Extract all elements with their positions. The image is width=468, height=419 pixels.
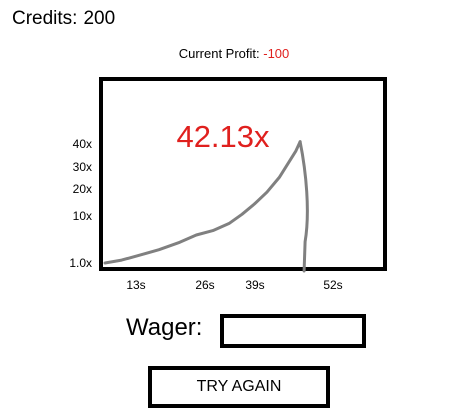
- profit-value: -100: [263, 46, 290, 61]
- multiplier-curve-line: [103, 140, 302, 265]
- wager-input[interactable]: [220, 314, 366, 348]
- crash-drop-line: [298, 140, 309, 273]
- x-tick-label: 39s: [245, 278, 265, 292]
- y-tick-label: 20x: [72, 182, 92, 196]
- credits-label: Credits:: [12, 8, 78, 29]
- try-again-button[interactable]: TRY AGAIN: [148, 366, 330, 408]
- multiplier-graph: 42.13x: [99, 77, 387, 273]
- x-tick-label: 26s: [195, 278, 215, 292]
- credits-display: Credits: 200: [12, 8, 115, 30]
- current-profit: Current Profit: -100: [0, 46, 468, 61]
- x-tick-label: 52s: [323, 278, 343, 292]
- credits-value: 200: [83, 8, 116, 29]
- multiplier-curve-chart: [103, 140, 309, 273]
- profit-label: Current Profit:: [178, 46, 260, 61]
- current-multiplier: 42.13x: [176, 119, 270, 154]
- y-tick-label: 40x: [72, 137, 92, 151]
- y-tick-label: 30x: [72, 160, 92, 174]
- x-tick-label: 13s: [126, 278, 146, 292]
- y-tick-label: 1.0x: [69, 256, 92, 270]
- wager-label: Wager:: [126, 314, 203, 341]
- y-tick-label: 10x: [72, 209, 92, 223]
